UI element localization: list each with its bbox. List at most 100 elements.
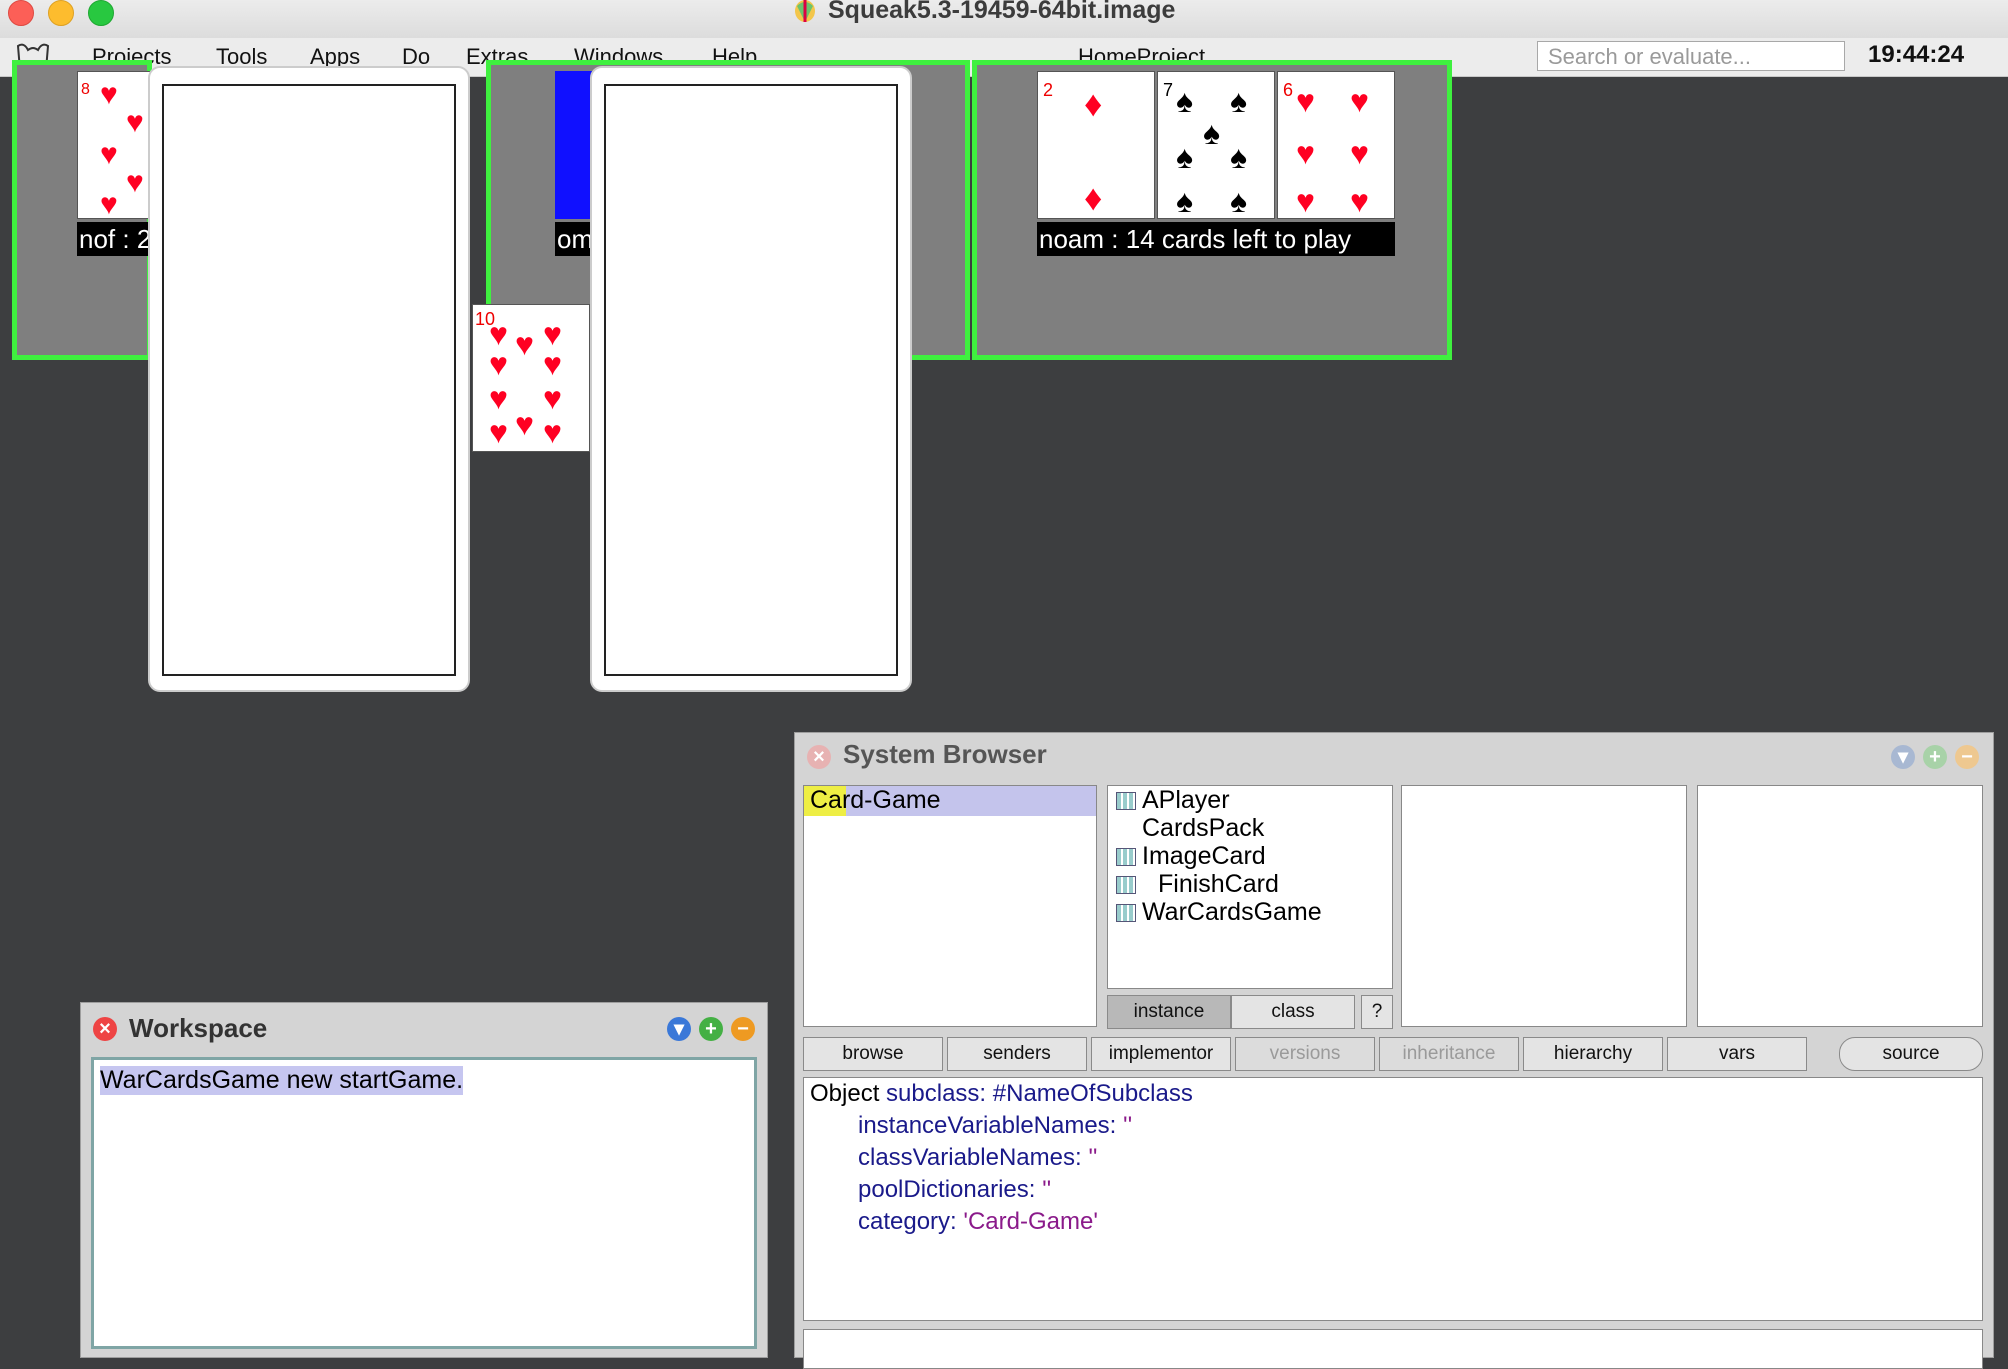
svg-text:♥: ♥ (489, 346, 508, 382)
svg-text:♥: ♥ (126, 166, 144, 199)
code-string-token: '' (1042, 1176, 1052, 1203)
svg-text:8: 8 (81, 81, 90, 98)
code-string-token: 'Card-Game' (963, 1208, 1098, 1235)
class-icon (1116, 876, 1136, 894)
workspace-window: × Workspace ▾ + − WarCardsGame new start… (80, 1002, 768, 1358)
workspace-close-icon[interactable]: × (93, 1017, 117, 1041)
svg-text:♥: ♥ (1296, 135, 1315, 171)
svg-text:♥: ♥ (1350, 83, 1369, 119)
svg-text:♠: ♠ (1230, 183, 1247, 219)
svg-text:♥: ♥ (1350, 183, 1369, 219)
workspace-expand-icon[interactable]: + (699, 1017, 723, 1041)
browser-title: System Browser (843, 739, 1047, 769)
browser-menu-icon[interactable]: ▾ (1891, 745, 1915, 769)
player-panel-3: 2 ♦ ♦ 7 ♠ ♠ ♠ ♠ ♠ ♠ ♠ 6 ♥ ♥ ♥ ♥ ♥ ♥ noam… (972, 60, 1452, 360)
code-pane[interactable]: Object subclass: #NameOfSubclass instanc… (803, 1077, 1983, 1321)
workspace-text: WarCardsGame new startGame. (100, 1066, 464, 1095)
code-keyword-token: poolDictionaries: (858, 1176, 1036, 1203)
player-3-card-2-diamonds[interactable]: 2 ♦ ♦ (1037, 71, 1155, 219)
workspace-menu-icon[interactable]: ▾ (667, 1017, 691, 1041)
vars-button[interactable]: vars (1667, 1037, 1807, 1071)
category-pane[interactable]: Card-Game (803, 785, 1097, 1027)
browser-expand-icon[interactable]: + (1923, 745, 1947, 769)
browser-collapse-icon[interactable]: − (1955, 745, 1979, 769)
svg-text:♥: ♥ (100, 78, 118, 111)
player-3-card-6-hearts[interactable]: 6 ♥ ♥ ♥ ♥ ♥ ♥ (1277, 71, 1395, 219)
inheritance-button[interactable]: inheritance (1379, 1037, 1519, 1071)
svg-text:♠: ♠ (1176, 183, 1193, 219)
browse-button[interactable]: browse (803, 1037, 943, 1071)
svg-text:♥: ♥ (489, 380, 508, 416)
svg-text:♦: ♦ (1084, 83, 1102, 124)
player-3-card-7-spades[interactable]: 7 ♠ ♠ ♠ ♠ ♠ ♠ ♠ (1157, 71, 1275, 219)
svg-text:♥: ♥ (543, 380, 562, 416)
svg-text:♠: ♠ (1230, 139, 1247, 175)
svg-text:♠: ♠ (1203, 115, 1220, 151)
implementors-button[interactable]: implementor (1091, 1037, 1231, 1071)
svg-text:♠: ♠ (1230, 83, 1247, 119)
workspace-text-area[interactable]: WarCardsGame new startGame. (91, 1057, 757, 1349)
window-titlebar: Squeak5.3-19459-64bit.image (0, 0, 2008, 39)
method-pane[interactable] (1697, 785, 1983, 1027)
window-title: Squeak5.3-19459-64bit.image (828, 0, 1176, 24)
instance-toggle[interactable]: instance (1107, 995, 1231, 1029)
class-item-imagecard[interactable]: ImageCard (1142, 842, 1266, 871)
svg-text:7: 7 (1163, 80, 1173, 100)
code-keyword-token: classVariableNames: (858, 1144, 1082, 1171)
class-icon (1116, 848, 1136, 866)
code-keyword-token: instanceVariableNames: (858, 1112, 1117, 1139)
annotation-pane[interactable] (803, 1329, 1983, 1369)
svg-text:♥: ♥ (489, 414, 508, 450)
help-button[interactable]: ? (1361, 995, 1393, 1029)
played-card-left[interactable] (148, 66, 470, 692)
player-1-caption: nof : 2 (77, 222, 155, 256)
player-panel-1: 8 ♥ ♥ ♥ ♥ ♥ nof : 2 (12, 60, 169, 360)
svg-text:♥: ♥ (100, 138, 118, 171)
workspace-title: Workspace (129, 1013, 268, 1043)
code-string-token: '' (1088, 1144, 1098, 1171)
class-toggle[interactable]: class (1231, 995, 1355, 1029)
class-pane[interactable]: APlayer CardsPack ImageCard FinishCard W… (1107, 785, 1393, 989)
svg-text:2: 2 (1043, 80, 1053, 100)
system-browser-window: × System Browser ▾ + − Card-Game APlayer… (794, 732, 1994, 1369)
svg-text:♠: ♠ (1176, 139, 1193, 175)
code-string-token: '' (1123, 1112, 1133, 1139)
senders-button[interactable]: senders (947, 1037, 1087, 1071)
code-object-token: Object (810, 1080, 880, 1107)
svg-text:♥: ♥ (543, 346, 562, 382)
source-button[interactable]: source (1839, 1037, 1983, 1071)
squeak-balloon-icon (795, 0, 815, 22)
svg-text:♦: ♦ (1084, 177, 1102, 218)
class-icon (1116, 792, 1136, 810)
protocol-pane[interactable] (1401, 785, 1687, 1027)
player-3-caption: noam : 14 cards left to play (1037, 222, 1395, 256)
hierarchy-button[interactable]: hierarchy (1523, 1037, 1663, 1071)
played-card-right[interactable] (590, 66, 912, 692)
versions-button[interactable]: versions (1235, 1037, 1375, 1071)
workspace-collapse-icon[interactable]: − (731, 1017, 755, 1041)
code-keyword-token: category: (858, 1208, 957, 1235)
svg-text:♥: ♥ (1296, 183, 1315, 219)
svg-text:6: 6 (1283, 80, 1293, 100)
class-item-aplayer[interactable]: APlayer (1142, 786, 1230, 815)
class-item-cardspack[interactable]: CardsPack (1142, 814, 1264, 843)
class-item-finishcard[interactable]: FinishCard (1158, 870, 1279, 899)
center-card-10-hearts[interactable]: 10 ♥ ♥ ♥ ♥ ♥ ♥ ♥ ♥ ♥ ♥ (472, 304, 590, 452)
svg-text:♥: ♥ (1350, 135, 1369, 171)
search-input[interactable]: Search or evaluate... (1537, 41, 1845, 71)
window-close-button[interactable] (8, 0, 34, 26)
window-zoom-button[interactable] (88, 0, 114, 26)
class-item-warcardsgame[interactable]: WarCardsGame (1142, 898, 1322, 927)
code-symbol-token: #NameOfSubclass (992, 1080, 1193, 1107)
class-icon (1116, 904, 1136, 922)
svg-text:♥: ♥ (543, 414, 562, 450)
svg-text:♥: ♥ (515, 406, 534, 442)
svg-text:♥: ♥ (515, 326, 534, 362)
svg-text:♥: ♥ (100, 188, 118, 219)
window-minimize-button[interactable] (48, 0, 74, 26)
browser-close-icon[interactable]: × (807, 745, 831, 769)
svg-text:♥: ♥ (1296, 83, 1315, 119)
category-item-selected[interactable]: Card-Game (804, 786, 1096, 816)
clock: 19:44:24 (1868, 41, 1965, 68)
svg-text:♠: ♠ (1176, 83, 1193, 119)
